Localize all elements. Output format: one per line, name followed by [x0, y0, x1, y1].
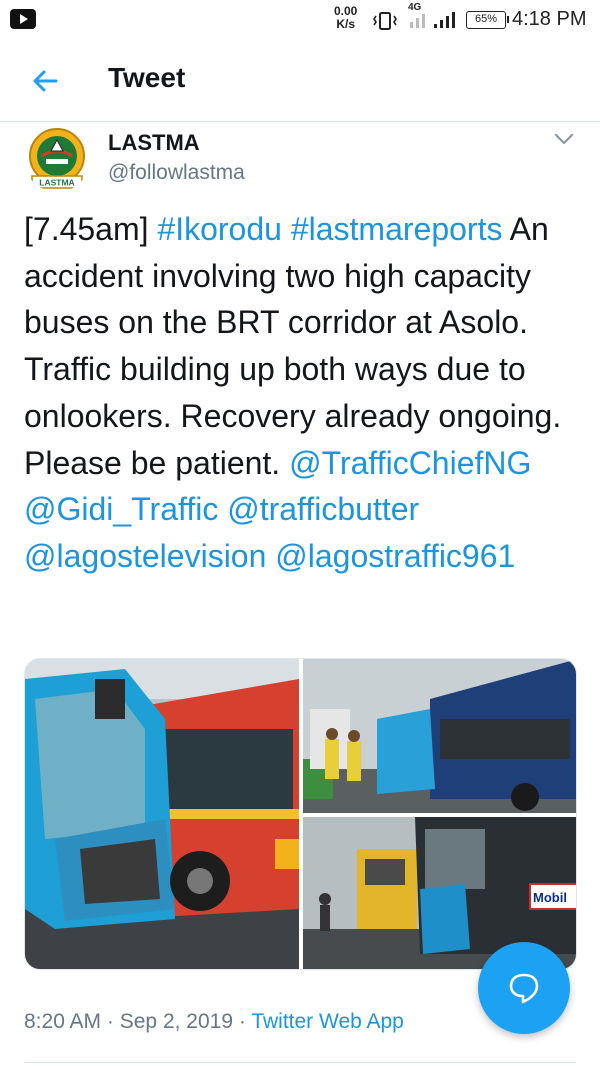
network-speed-unit: K/s: [336, 17, 356, 31]
reply-bubble-icon: [509, 973, 539, 1004]
status-bar: 0.00 K/s 4G 65% 4:18 PM: [0, 0, 600, 40]
tweet-text-timestamp: [7.45am]: [24, 211, 158, 247]
tweet-meta: 8:20 AM · Sep 2, 2019 · Twitter Web App: [24, 1010, 404, 1034]
mention-link[interactable]: @lagostraffic961: [275, 538, 515, 574]
photo-sign-label: Mobil: [533, 890, 567, 905]
mention-link[interactable]: @lagostelevision: [24, 538, 266, 574]
media-notification-icon: [10, 9, 36, 29]
author-handle[interactable]: @followlastma: [108, 161, 245, 185]
tweet-text-space: [218, 491, 227, 527]
back-arrow-icon[interactable]: [30, 66, 60, 96]
media-grid: Mobil: [24, 658, 577, 970]
avatar-label: LASTMA: [39, 178, 74, 188]
mention-link[interactable]: @Gidi_Traffic: [24, 491, 218, 527]
vibrate-icon: [373, 12, 397, 30]
reply-fab[interactable]: [478, 942, 570, 1034]
author-name[interactable]: LASTMA: [108, 130, 200, 156]
page-title: Tweet: [108, 62, 186, 93]
tweet-text-space: [282, 211, 291, 247]
tweet-time: 8:20 AM: [24, 1010, 102, 1033]
tweet-text-space: [266, 538, 275, 574]
tweet-source-link[interactable]: Twitter Web App: [251, 1010, 404, 1033]
media-grid-canvas: Mobil: [25, 659, 577, 970]
signal-icon: [410, 12, 455, 28]
hashtag-link[interactable]: #lastmareports: [291, 211, 503, 247]
divider: [24, 1062, 576, 1063]
tweet-text-body: An accident involving two high capacity …: [24, 211, 562, 481]
chevron-down-icon[interactable]: [552, 130, 576, 148]
meta-separator: ·: [238, 1010, 246, 1033]
battery-indicator: 65%: [466, 11, 509, 29]
photo-accident-scene-officials[interactable]: [303, 659, 577, 813]
meta-separator: ·: [106, 1010, 114, 1033]
network-speed: 0.00 K/s: [334, 5, 357, 31]
tweet-text: [7.45am] #Ikorodu #lastmareports An acci…: [24, 206, 584, 580]
photo-crashed-bus-front[interactable]: [25, 659, 299, 970]
clock: 4:18 PM: [512, 8, 587, 30]
mention-link[interactable]: @trafficbutter: [227, 491, 419, 527]
avatar[interactable]: LASTMA: [24, 126, 90, 192]
app-header: Tweet: [0, 40, 600, 122]
mention-link[interactable]: @TrafficChiefNG: [289, 445, 531, 481]
hashtag-link[interactable]: #Ikorodu: [157, 211, 282, 247]
tweet-date: Sep 2, 2019: [119, 1010, 234, 1033]
